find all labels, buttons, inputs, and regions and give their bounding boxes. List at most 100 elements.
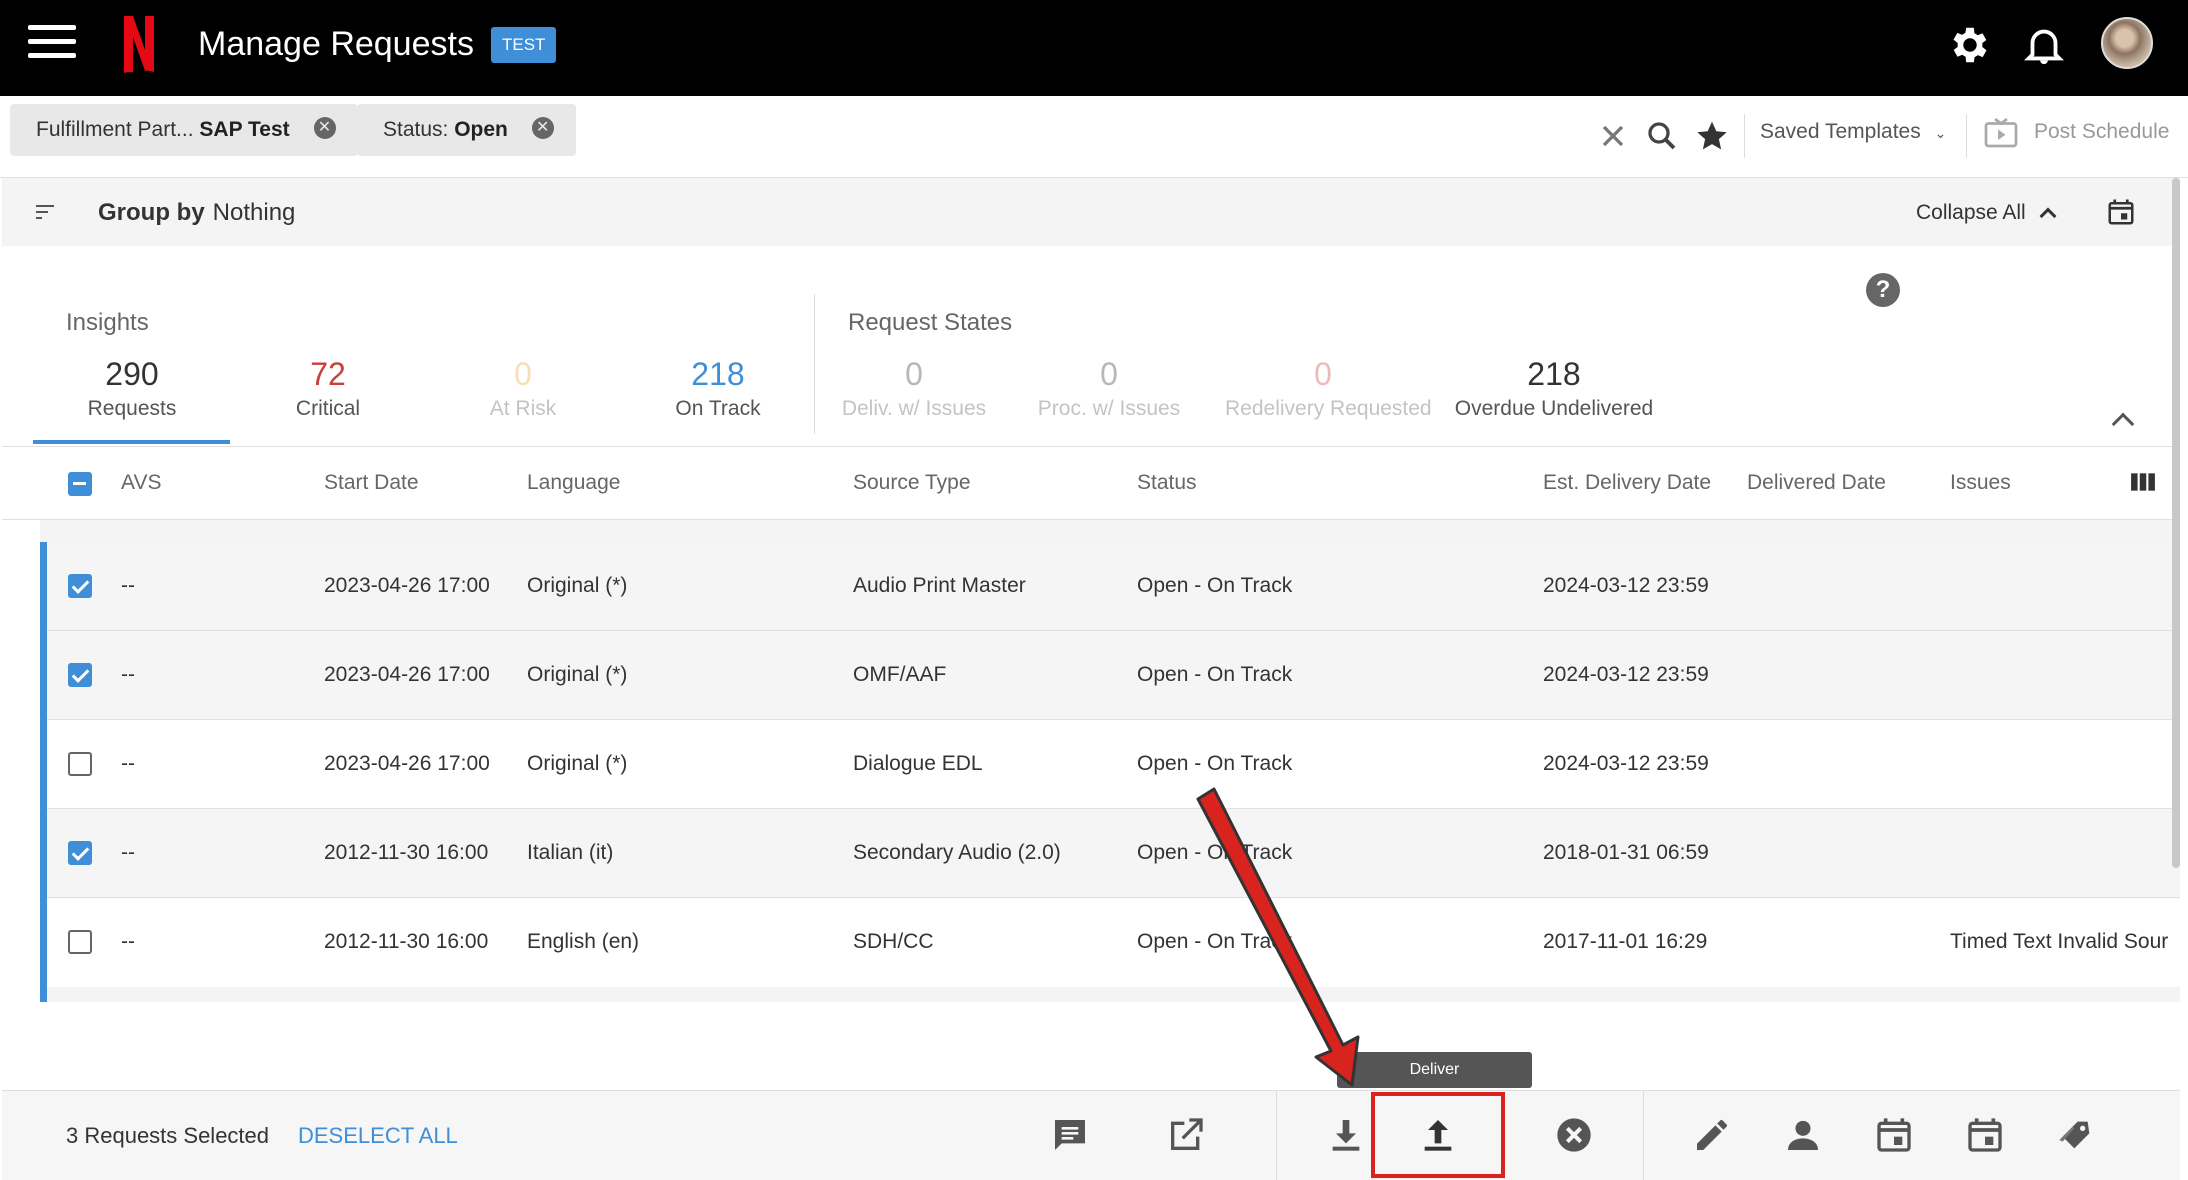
chip-key: Fulfillment Part...: [36, 118, 194, 141]
cell-language: English (en): [527, 930, 640, 953]
column-header-language[interactable]: Language: [527, 471, 620, 495]
column-header-source-type[interactable]: Source Type: [853, 471, 971, 495]
metric-label: Proc. w/ Issues: [1037, 397, 1181, 420]
top-app-bar: Manage Requests TEST: [0, 0, 2188, 96]
menu-icon[interactable]: [28, 25, 76, 65]
chevron-up-icon[interactable]: [2111, 412, 2135, 436]
group-by-label: Group by: [98, 199, 205, 226]
assign-user-icon[interactable]: [1783, 1115, 1823, 1155]
metric-processed-with-issues[interactable]: 0 Proc. w/ Issues: [1011, 354, 1207, 424]
column-header-avs[interactable]: AVS: [121, 471, 161, 495]
collapse-all-button[interactable]: Collapse All: [1916, 201, 2057, 225]
cell-source-type: Secondary Audio (2.0): [853, 841, 1061, 864]
metric-label: Critical: [295, 397, 361, 420]
metric-label: Deliv. w/ Issues: [841, 397, 987, 420]
cell-start-date: 2023-04-26 17:00: [324, 752, 490, 775]
cell-language: Original (*): [527, 574, 628, 597]
edit-icon[interactable]: [1692, 1115, 1732, 1155]
divider: [1744, 114, 1745, 158]
calendar-icon[interactable]: [2106, 197, 2136, 227]
cell-avs: --: [121, 663, 135, 686]
metric-label: Overdue Undelivered: [1454, 397, 1654, 420]
columns-icon[interactable]: [2130, 471, 2156, 493]
metric-delivered-with-issues[interactable]: 0 Deliv. w/ Issues: [816, 354, 1012, 424]
column-header-est-delivery-date[interactable]: Est. Delivery Date: [1543, 471, 1711, 495]
group-by-selector[interactable]: Group by Nothing: [98, 199, 295, 227]
column-header-delivered-date[interactable]: Delivered Date: [1747, 471, 1886, 495]
metric-redelivery-requested[interactable]: 0 Redelivery Requested: [1225, 354, 1432, 424]
insights-panel: Insights 290 Requests 72 Critical 0 At R…: [2, 246, 2180, 446]
remove-chip-icon[interactable]: ✕: [313, 117, 336, 140]
clear-icon[interactable]: [1595, 118, 1631, 154]
cancel-icon[interactable]: [1554, 1115, 1594, 1155]
table-row[interactable]: -- 2023-04-26 17:00 Original (*) Audio P…: [47, 542, 2180, 631]
cell-start-date: 2023-04-26 17:00: [324, 574, 490, 597]
cell-source-type: Dialogue EDL: [853, 752, 983, 775]
remove-chip-icon[interactable]: ✕: [531, 117, 554, 140]
metric-at-risk[interactable]: 0 At Risk: [425, 354, 621, 424]
metric-overdue-undelivered[interactable]: 218 Overdue Undelivered: [1454, 354, 1654, 424]
column-header-status[interactable]: Status: [1137, 471, 1197, 495]
group-by-value: Nothing: [212, 199, 296, 226]
filter-chip-status[interactable]: Status: Open ✕: [357, 104, 576, 156]
annotation-highlight-box: [1371, 1092, 1505, 1178]
deselect-all-button[interactable]: DESELECT ALL: [298, 1123, 458, 1149]
select-all-checkbox[interactable]: [68, 472, 92, 496]
tag-icon[interactable]: [2056, 1115, 2096, 1155]
page-title: Manage Requests: [198, 25, 474, 63]
table-row[interactable]: -- 2023-04-26 17:00 Original (*) Dialogu…: [47, 720, 2180, 809]
row-checkbox[interactable]: [68, 574, 92, 598]
open-external-icon[interactable]: [1166, 1115, 1206, 1155]
cell-avs: --: [121, 574, 135, 597]
metric-value: 0: [1314, 356, 1332, 392]
gear-icon[interactable]: [1947, 22, 1993, 68]
metric-on-track[interactable]: 218 On Track: [620, 354, 816, 424]
bell-icon[interactable]: [2021, 22, 2067, 68]
cell-language: Original (*): [527, 752, 628, 775]
row-checkbox[interactable]: [68, 930, 92, 954]
cell-source-type: Audio Print Master: [853, 574, 1026, 597]
environment-badge: TEST: [491, 27, 557, 63]
metric-requests[interactable]: 290 Requests: [34, 354, 230, 424]
metric-value: 0: [1100, 356, 1118, 392]
cell-source-type: SDH/CC: [853, 930, 934, 953]
column-header-issues[interactable]: Issues: [1950, 471, 2011, 495]
metric-value: 218: [1527, 356, 1581, 392]
netflix-logo[interactable]: [122, 14, 156, 74]
user-avatar[interactable]: [2101, 17, 2153, 69]
search-icon[interactable]: [1644, 118, 1680, 154]
divider: [1643, 1091, 1644, 1180]
calendar-icon[interactable]: [1874, 1115, 1914, 1155]
cell-start-date: 2012-11-30 16:00: [324, 930, 489, 953]
metric-value: 218: [691, 356, 745, 392]
group-by-bar: Group by Nothing Collapse All: [2, 178, 2180, 246]
download-icon[interactable]: [1326, 1115, 1366, 1155]
cell-source-type: OMF/AAF: [853, 663, 947, 686]
saved-templates-dropdown[interactable]: Saved Templates ⌄: [1760, 120, 1946, 144]
help-icon[interactable]: ?: [1866, 273, 1900, 307]
column-header-start-date[interactable]: Start Date: [324, 471, 419, 495]
row-checkbox[interactable]: [68, 663, 92, 687]
star-icon[interactable]: [1694, 118, 1730, 154]
filter-chip-fulfillment-partner[interactable]: Fulfillment Part... SAP Test ✕: [10, 104, 358, 156]
cell-status: Open - On Track: [1137, 752, 1293, 775]
table-row[interactable]: -- 2012-11-30 16:00 English (en) SDH/CC …: [47, 898, 2180, 987]
cell-issues: Timed Text Invalid Sour: [1950, 930, 2169, 953]
post-schedule-button[interactable]: Post Schedule: [2034, 120, 2169, 144]
metric-value: 72: [310, 356, 346, 392]
sort-lines-icon[interactable]: [32, 200, 58, 224]
metric-label: On Track: [675, 397, 761, 420]
table-row[interactable]: -- 2023-04-26 17:00 Original (*) OMF/AAF…: [47, 631, 2180, 720]
vertical-scrollbar[interactable]: [2172, 178, 2180, 868]
schedule-tv-icon[interactable]: [1983, 116, 2019, 152]
calendar-icon[interactable]: [1965, 1115, 2005, 1155]
metric-critical[interactable]: 72 Critical: [230, 354, 426, 424]
row-checkbox[interactable]: [68, 752, 92, 776]
selected-count: 3 Requests Selected: [66, 1123, 270, 1148]
comment-icon[interactable]: [1050, 1115, 1090, 1155]
row-checkbox[interactable]: [68, 841, 92, 865]
metric-label: Requests: [87, 397, 177, 420]
table-row[interactable]: -- 2012-11-30 16:00 Italian (it) Seconda…: [47, 809, 2180, 898]
cell-est-delivery-date: 2017-11-01 16:29: [1543, 930, 1708, 953]
cell-avs: --: [121, 752, 135, 775]
